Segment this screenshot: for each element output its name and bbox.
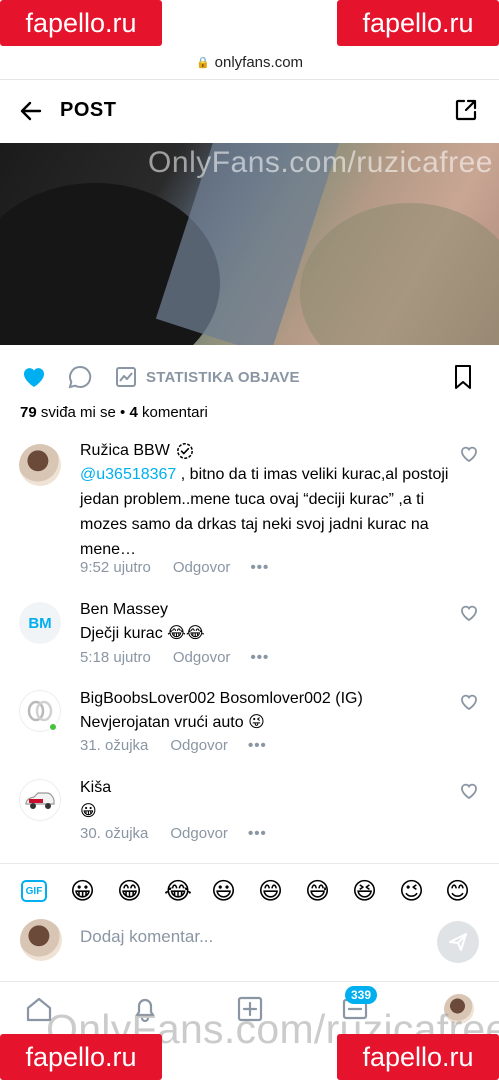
heart-outline-icon[interactable] <box>459 692 479 712</box>
emoji-button[interactable]: 😃 <box>211 878 236 906</box>
comment-author[interactable]: BigBoobsLover002 Bosomlover002 (IG) <box>80 690 363 708</box>
comment-bubble-icon[interactable] <box>66 363 94 391</box>
page-title: POST <box>60 99 117 121</box>
lock-icon: 🔒 <box>195 57 210 69</box>
comment-author[interactable]: Kiša <box>80 779 111 797</box>
back-arrow-icon[interactable] <box>18 98 44 124</box>
more-options-icon[interactable]: ••• <box>250 559 269 576</box>
chart-icon <box>116 367 136 387</box>
fapello-watermark: fapello.ru <box>0 1034 162 1080</box>
reply-button[interactable]: Odgovor <box>170 737 228 754</box>
comment-time: 5:18 ujutro <box>80 649 151 666</box>
comment-input[interactable]: Dodaj komentar... <box>80 927 213 947</box>
heart-outline-icon[interactable] <box>459 444 479 464</box>
emoji-button[interactable]: 😁 <box>117 878 142 906</box>
comments-suffix[interactable]: komentari <box>138 404 208 421</box>
reply-button[interactable]: Odgovor <box>173 649 231 666</box>
comment-meta: 5:18 ujutro Odgovor ••• <box>80 649 269 666</box>
share-icon[interactable] <box>453 97 479 123</box>
fapello-watermark: fapello.ru <box>337 0 499 46</box>
post-actions: STATISTIKA OBJAVE <box>0 355 499 399</box>
engagement-counts: 79 sviđa mi se • 4 komentari <box>20 404 208 421</box>
likes-count: 79 <box>20 404 37 421</box>
likes-suffix: sviđa mi se <box>36 404 116 421</box>
comments-count[interactable]: 4 <box>129 404 137 421</box>
counts-separator: • <box>115 404 130 421</box>
heart-filled-icon[interactable] <box>20 363 48 391</box>
online-status-dot <box>48 722 58 732</box>
comment-text: Dječji kurac 😂😂 <box>80 625 205 642</box>
url-bar[interactable]: 🔒 onlyfans.com <box>0 46 499 80</box>
comment-meta: 31. ožujka Odgovor ••• <box>80 737 267 754</box>
emoji-button[interactable]: 😂 <box>164 878 192 906</box>
emoji-button[interactable]: 😀 <box>70 878 95 906</box>
comment-item: BigBoobsLover002 Bosomlover002 (IG) Nevj… <box>0 690 499 760</box>
fapello-watermark: fapello.ru <box>337 1034 499 1080</box>
emoji-picker-bar: GIF 😀 😁 😂 😃 😄 😅 😆 😉 😊 <box>0 863 499 919</box>
comment-time: 31. ožujka <box>80 737 149 754</box>
bookmark-icon[interactable] <box>451 363 475 391</box>
user-mention[interactable]: @u36518367 <box>80 466 176 483</box>
comment-author-row: Ben Massey <box>80 601 168 619</box>
comment-author-row: Kiša <box>80 779 111 797</box>
notification-badge: 339 <box>345 986 378 1004</box>
emoji-button[interactable]: 😅 <box>305 878 330 906</box>
verified-badge-icon <box>176 443 193 459</box>
comment-author[interactable]: Ružica BBW <box>80 442 170 460</box>
comment-time: 30. ožujka <box>80 825 149 842</box>
more-options-icon[interactable]: ••• <box>248 825 267 842</box>
avatar[interactable]: BM <box>19 602 61 644</box>
comment-author[interactable]: Ben Massey <box>80 601 168 619</box>
comment-text: Nevjerojatan vrući auto 😜 <box>80 714 265 731</box>
comment-composer: Dodaj komentar... <box>0 919 499 981</box>
reply-button[interactable]: Odgovor <box>170 825 228 842</box>
comment-text: @u36518367 , bitno da ti imas veliki kur… <box>80 462 450 562</box>
url-text: onlyfans.com <box>214 54 304 71</box>
comment-text: 😀 <box>80 803 97 820</box>
fapello-watermark: fapello.ru <box>0 0 162 46</box>
comment-item: Kiša 😀 30. ožujka Odgovor ••• <box>0 779 499 849</box>
heart-outline-icon[interactable] <box>459 781 479 801</box>
avatar[interactable] <box>19 444 61 486</box>
send-icon <box>449 933 467 951</box>
more-options-icon[interactable]: ••• <box>250 649 269 666</box>
comment-item: BM Ben Massey Dječji kurac 😂😂 5:18 ujutr… <box>0 601 499 671</box>
emoji-button[interactable]: 😉 <box>399 878 424 906</box>
post-statistics-button[interactable]: STATISTIKA OBJAVE <box>114 363 300 391</box>
send-button[interactable] <box>437 921 479 963</box>
comment-meta: 9:52 ujutro Odgovor ••• <box>80 559 269 576</box>
comment-author-row: BigBoobsLover002 Bosomlover002 (IG) <box>80 690 363 708</box>
media-watermark: OnlyFans.com/ruzicafree <box>148 146 493 179</box>
comment-time: 9:52 ujutro <box>80 559 151 576</box>
post-header: POST <box>0 80 499 142</box>
car-icon <box>25 792 55 809</box>
statistics-label: STATISTIKA OBJAVE <box>146 368 300 386</box>
comment-item: Ružica BBW @u36518367 , bitno da ti imas… <box>0 442 499 582</box>
comment-author-row: Ružica BBW <box>80 442 194 460</box>
media-shape <box>300 203 499 345</box>
comment-meta: 30. ožujka Odgovor ••• <box>80 825 267 842</box>
more-options-icon[interactable]: ••• <box>248 737 267 754</box>
reply-button[interactable]: Odgovor <box>173 559 231 576</box>
gif-button[interactable]: GIF <box>21 880 47 902</box>
emoji-button[interactable]: 😆 <box>352 878 377 906</box>
emoji-button[interactable]: 😊 <box>445 878 470 906</box>
emoji-button[interactable]: 😄 <box>258 878 283 906</box>
avatar-initials: BM <box>28 614 52 632</box>
avatar[interactable] <box>19 779 61 821</box>
heart-outline-icon[interactable] <box>459 603 479 623</box>
avatar <box>20 919 62 961</box>
